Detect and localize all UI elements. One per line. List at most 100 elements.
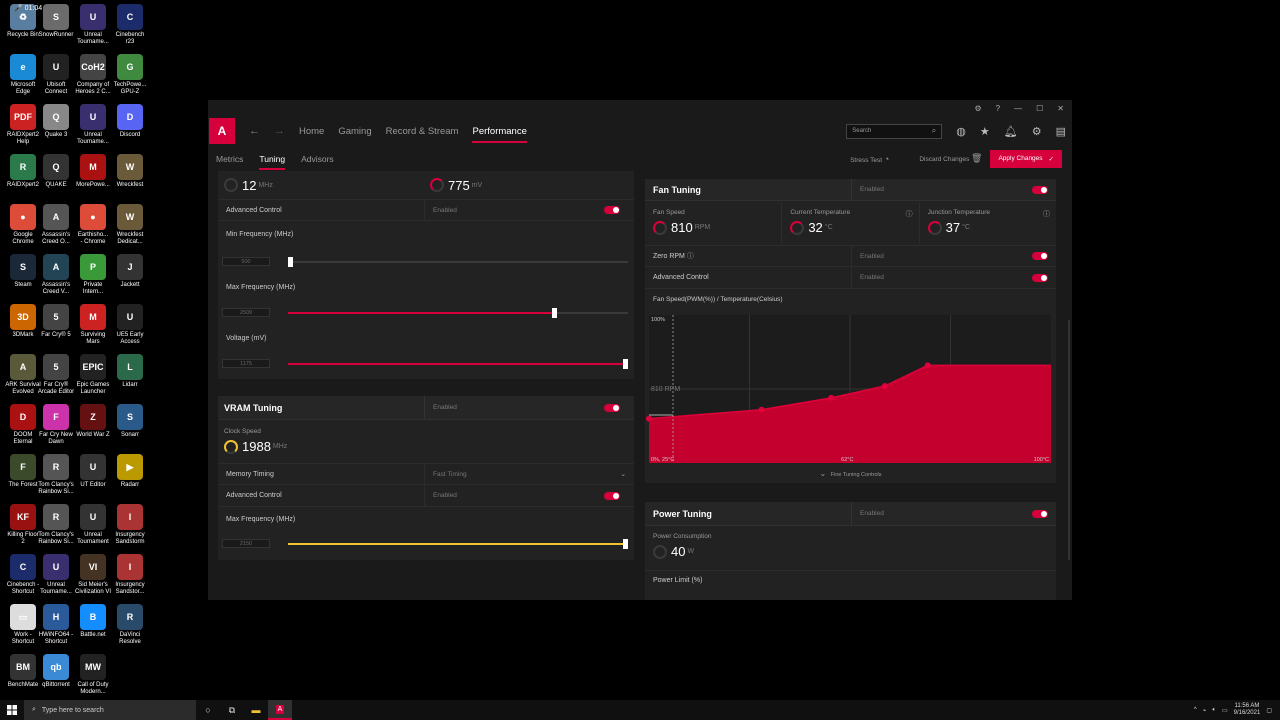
- desktop-icon[interactable]: S Sonarr: [110, 404, 150, 439]
- desktop-icon[interactable]: I Insurgency Sandstor...: [110, 554, 150, 596]
- bug-icon[interactable]: ⚙: [975, 104, 982, 113]
- fan-curve-point[interactable]: [881, 383, 888, 390]
- network-icon[interactable]: ▭: [1222, 707, 1228, 714]
- desktop-icon[interactable]: H HWiNFO64 - Shortcut: [36, 604, 76, 646]
- fan-curve-point[interactable]: [646, 415, 652, 422]
- max-frequency-value[interactable]: 2509: [222, 308, 270, 317]
- globe-icon[interactable]: ◍: [956, 125, 966, 138]
- voltage-value[interactable]: 1175: [222, 359, 270, 368]
- current-temp-info-icon[interactable]: ⓘ: [906, 209, 913, 219]
- fan-advanced-control-toggle[interactable]: [1032, 274, 1048, 282]
- amd-software-taskbar-icon[interactable]: A: [268, 700, 292, 720]
- zero-rpm-toggle[interactable]: [1032, 252, 1048, 260]
- desktop-icon[interactable]: U UT Editor: [73, 454, 113, 489]
- start-button[interactable]: [0, 700, 24, 720]
- back-arrow-icon[interactable]: ←: [249, 125, 260, 137]
- vram-tuning-toggle[interactable]: [604, 404, 620, 412]
- task-view-icon[interactable]: ⧉: [220, 700, 244, 720]
- desktop-icon[interactable]: W Wreckfest Dedicat...: [110, 204, 150, 246]
- desktop-icon[interactable]: M Surviving Mars: [73, 304, 113, 346]
- desktop-icon[interactable]: L Lidarr: [110, 354, 150, 389]
- gear-icon[interactable]: ⚙: [1032, 125, 1042, 138]
- desktop-icon[interactable]: U Unreal Tourname...: [73, 4, 113, 46]
- vram-max-frequency-value[interactable]: 2150: [222, 539, 270, 548]
- desktop-icon[interactable]: Q QUAKE: [36, 154, 76, 189]
- desktop-icon[interactable]: U Ubisoft Connect: [36, 54, 76, 96]
- stress-test-button[interactable]: Stress Test ◔: [850, 154, 889, 164]
- maximize-icon[interactable]: ☐: [1036, 104, 1043, 113]
- desktop-icon[interactable]: P Private Intern...: [73, 254, 113, 296]
- memory-timing-select[interactable]: Fast Timing ⌄: [424, 464, 634, 484]
- discard-changes-button[interactable]: Discard Changes 🗑︎: [919, 153, 982, 164]
- usb-icon[interactable]: ⌁: [1203, 707, 1207, 714]
- desktop-icon[interactable]: B Battle.net: [73, 604, 113, 639]
- cortana-icon[interactable]: ○: [196, 700, 220, 720]
- desktop-icon[interactable]: F Far Cry New Dawn: [36, 404, 76, 446]
- desktop-icon[interactable]: ● Earthisho... - Chrome: [73, 204, 113, 246]
- tab-advisors[interactable]: Advisors: [301, 148, 334, 170]
- desktop-icon[interactable]: ▶ Radarr: [110, 454, 150, 489]
- minimize-icon[interactable]: —: [1014, 104, 1022, 113]
- desktop-icon[interactable]: U Unreal Tourname...: [73, 104, 113, 146]
- nav-home[interactable]: Home: [299, 118, 324, 145]
- desktop-icon[interactable]: M MorePowe...: [73, 154, 113, 189]
- vram-advanced-control-toggle[interactable]: [604, 492, 620, 500]
- min-frequency-value[interactable]: 500: [222, 257, 270, 266]
- desktop-icon[interactable]: A Assassin's Creed O...: [36, 204, 76, 246]
- close-icon[interactable]: ✕: [1057, 104, 1064, 113]
- fan-tuning-toggle[interactable]: [1032, 186, 1048, 194]
- taskbar-search-input[interactable]: ⌕ Type here to search: [24, 700, 196, 720]
- power-tuning-toggle[interactable]: [1032, 510, 1048, 518]
- fan-curve-chart[interactable]: 100% 0%, 25°C 62°C 100°C 810 RPM: [645, 311, 1056, 471]
- tab-metrics[interactable]: Metrics: [216, 148, 243, 170]
- fan-curve-point[interactable]: [828, 394, 835, 401]
- desktop-icon[interactable]: R Tom Clancy's Rainbow Si...: [36, 454, 76, 496]
- chevron-up-icon[interactable]: ^: [1194, 707, 1197, 713]
- fine-tuning-controls-button[interactable]: ⌄ Fine Tuning Controls: [645, 469, 1056, 478]
- desktop-icon[interactable]: 5 Far Cry® 5: [36, 304, 76, 339]
- min-frequency-thumb[interactable]: [288, 257, 293, 267]
- bell-icon[interactable]: 🔔︎: [1004, 125, 1018, 138]
- search-input[interactable]: Search ⌕: [846, 123, 943, 139]
- desktop-icon[interactable]: CoH2 Company of Heroes 2 C...: [73, 54, 113, 96]
- desktop-icon[interactable]: Z World War Z: [73, 404, 113, 439]
- scrollbar[interactable]: [1068, 320, 1070, 560]
- desktop-icon[interactable]: I Insurgency Sandstorm: [110, 504, 150, 546]
- desktop-icon[interactable]: C Cinebench r23: [110, 4, 150, 46]
- desktop-icon[interactable]: J Jackett: [110, 254, 150, 289]
- desktop-icon[interactable]: MW Call of Duty Modern...: [73, 654, 113, 696]
- desktop-icon[interactable]: A Assassin's Creed V...: [36, 254, 76, 296]
- desktop-icon[interactable]: R Tom Clancy's Rainbow Si...: [36, 504, 76, 546]
- help-icon[interactable]: ?: [996, 104, 1000, 113]
- desktop-icon[interactable]: U Unreal Tourname...: [36, 554, 76, 596]
- desktop-icon[interactable]: VI Sid Meier's Civilization VI: [73, 554, 113, 596]
- zero-rpm-info-icon[interactable]: ⓘ: [687, 253, 694, 260]
- speaker-icon[interactable]: 🔈︎: [1212, 707, 1216, 714]
- file-explorer-icon[interactable]: ▬: [244, 700, 268, 720]
- amd-logo[interactable]: A: [209, 118, 235, 144]
- junction-temp-info-icon[interactable]: ⓘ: [1043, 209, 1050, 219]
- notification-icon[interactable]: ▢: [1266, 707, 1272, 714]
- desktop-icon[interactable]: R DaVinci Resolve: [110, 604, 150, 646]
- max-frequency-thumb[interactable]: [552, 308, 557, 318]
- min-frequency-slider[interactable]: [288, 261, 628, 263]
- desktop-icon[interactable]: G TechPowe... GPU-Z: [110, 54, 150, 96]
- desktop-icon[interactable]: U Unreal Tournament: [73, 504, 113, 546]
- desktop-icon[interactable]: Q Quake 3: [36, 104, 76, 139]
- desktop-icon[interactable]: D Discord: [110, 104, 150, 139]
- desktop-icon[interactable]: U UE5 Early Access: [110, 304, 150, 346]
- desktop-icon[interactable]: EPIC Epic Games Launcher: [73, 354, 113, 396]
- desktop-icon[interactable]: qb qBittorrent: [36, 654, 76, 689]
- layout-icon[interactable]: ▤: [1056, 125, 1066, 138]
- desktop-icon[interactable]: W Wreckfest: [110, 154, 150, 189]
- nav-gaming[interactable]: Gaming: [338, 118, 371, 145]
- desktop-icon[interactable]: 5 Far Cry® Arcade Editor: [36, 354, 76, 396]
- apply-changes-button[interactable]: Apply Changes ✓: [990, 149, 1062, 168]
- tab-tuning[interactable]: Tuning: [259, 148, 285, 170]
- fan-curve-point[interactable]: [758, 406, 765, 413]
- nav-record-stream[interactable]: Record & Stream: [386, 118, 459, 145]
- clock[interactable]: 11:56 AM 9/16/2021: [1234, 703, 1261, 717]
- star-icon[interactable]: ★: [980, 125, 990, 138]
- voltage-thumb[interactable]: [623, 359, 628, 369]
- vram-max-frequency-thumb[interactable]: [623, 539, 628, 549]
